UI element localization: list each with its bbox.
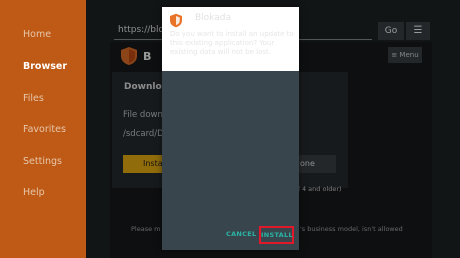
cancel-button[interactable]: CANCEL — [226, 230, 256, 238]
sidebar-item-favorites[interactable]: Favorites — [23, 124, 66, 135]
sidebar: Home Browser Files Favorites Settings He… — [0, 0, 86, 258]
installer-dialog: Blokada Do you want to install an update… — [162, 7, 299, 250]
install-button[interactable]: INSTALL — [259, 226, 294, 244]
sidebar-item-home[interactable]: Home — [23, 29, 51, 40]
installer-question: Do you want to install an update to this… — [170, 30, 294, 56]
installer-app-name: Blokada — [195, 13, 231, 23]
installer-header: Blokada Do you want to install an update… — [162, 7, 299, 71]
sidebar-item-files[interactable]: Files — [23, 93, 44, 104]
sidebar-item-help[interactable]: Help — [23, 187, 45, 198]
sidebar-item-browser[interactable]: Browser — [23, 61, 67, 72]
app-shield-icon — [170, 13, 182, 28]
sidebar-item-settings[interactable]: Settings — [23, 156, 62, 167]
